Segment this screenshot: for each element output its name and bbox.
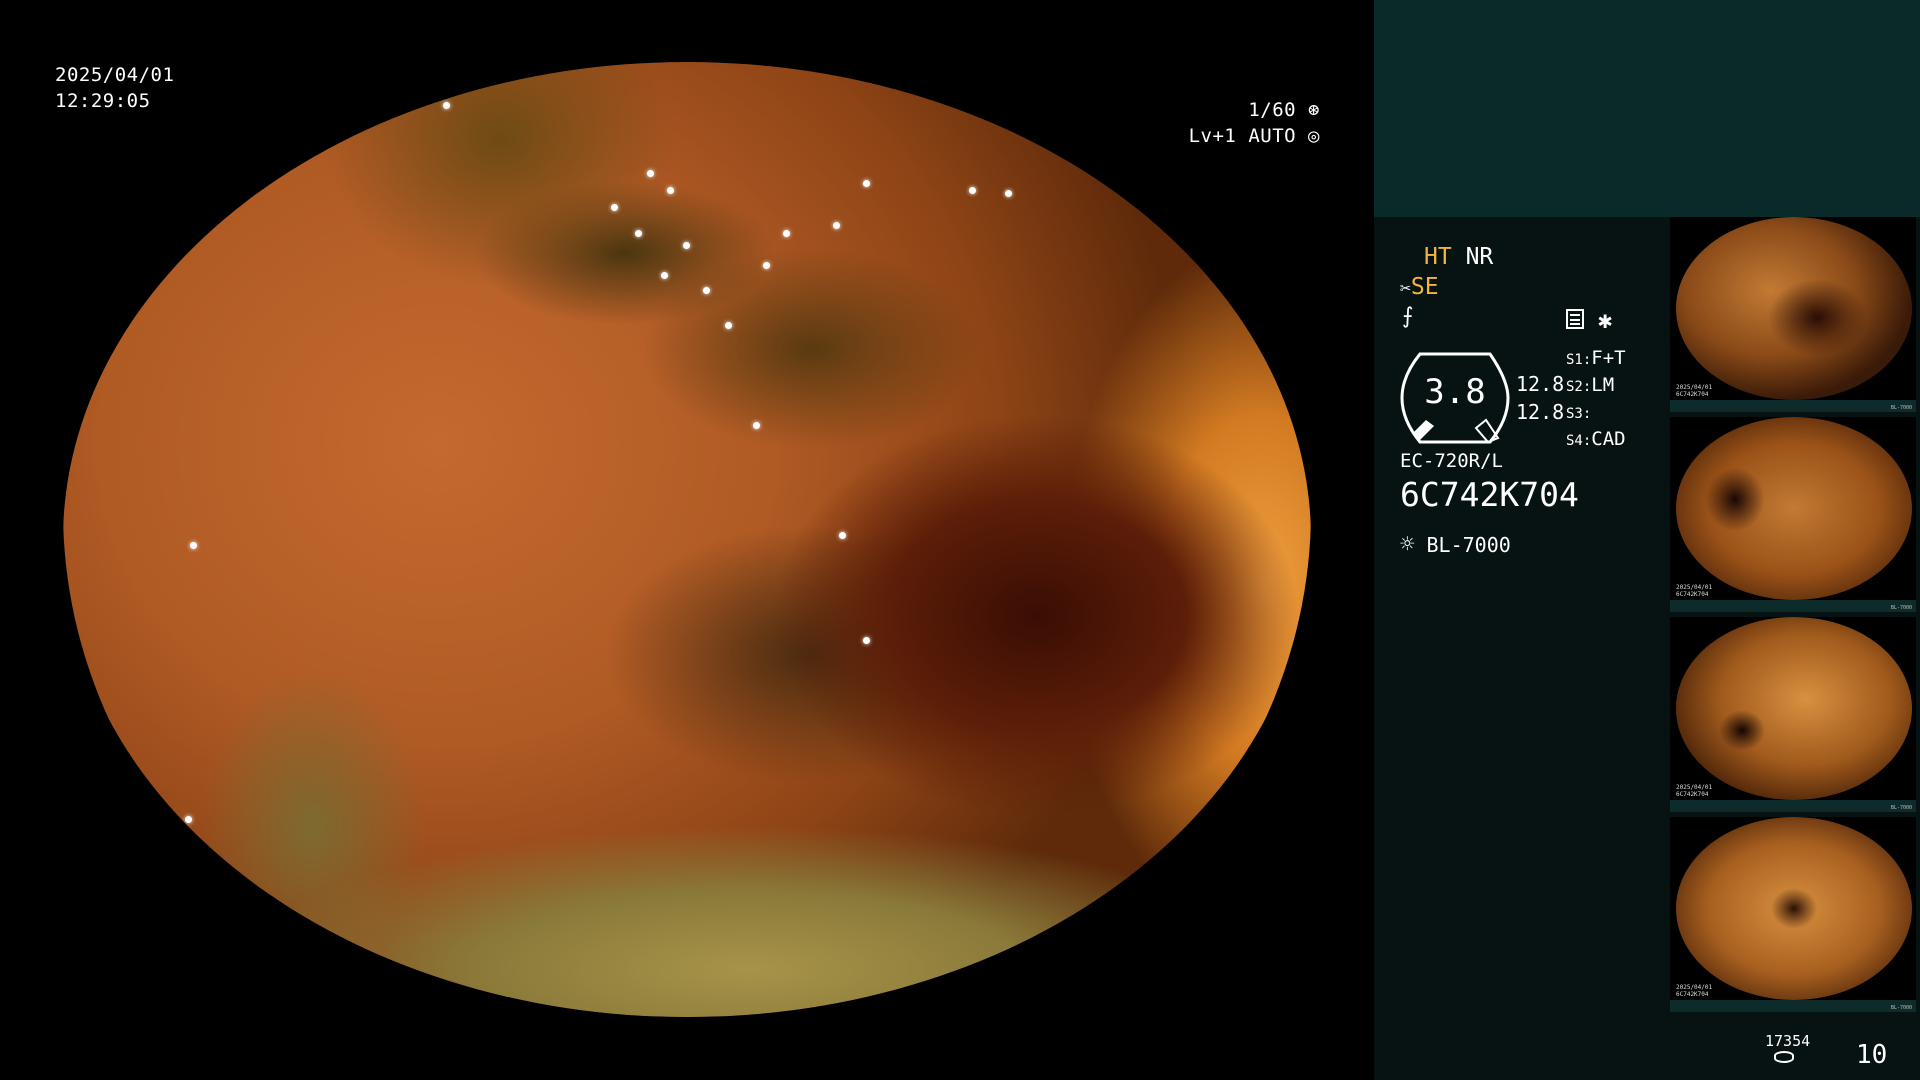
se-label: SE (1410, 274, 1439, 300)
storage-count: 17354 (1765, 1032, 1811, 1050)
scope-model: EC-720R/L (1400, 450, 1503, 472)
slot-item: S3: (1566, 406, 1592, 422)
shutter-label: 1/60 (1248, 99, 1297, 121)
timestamp: 2025/04/01 12:29:05 (55, 62, 174, 114)
shutter-icon: ⊛ (1308, 99, 1320, 121)
thumbnail[interactable]: 2025/04/01 6C742K704 BL-7000 (1670, 617, 1916, 812)
iris-icon: ◎ (1308, 125, 1320, 147)
level-label: Lv+1 (1188, 125, 1237, 147)
slot-item: S1:F+T (1566, 347, 1626, 369)
slot-item: S2:LM (1566, 374, 1615, 396)
se-row: ✂SE (1400, 274, 1439, 300)
slot-item: S4:CAD (1566, 428, 1626, 450)
slot-list: S1:F+T S2:LM S3: S4:CAD (1566, 346, 1626, 454)
time-label: 12:29:05 (55, 90, 151, 112)
nr-label: NR (1465, 244, 1494, 270)
thumbnail[interactable]: 2025/04/01 6C742K704 BL-7000 (1670, 417, 1916, 612)
settings-list-icon (1566, 309, 1584, 329)
gauge-values: 12.8 12.8 (1516, 370, 1564, 426)
thumbnail[interactable]: 2025/04/01 6C742K704 BL-7000 (1670, 217, 1916, 412)
edge-icon: ⨍ (1402, 304, 1414, 329)
gauge-value: 3.8 (1424, 372, 1486, 412)
asterisk-icon: ✱ (1598, 306, 1613, 334)
light-source-icon: ☼ (1400, 530, 1415, 558)
value-b: 12.8 (1516, 400, 1565, 424)
scope-serial: 6C742K704 (1400, 475, 1579, 514)
scissors-icon: ✂ (1400, 278, 1411, 299)
storage-icon (1774, 1051, 1794, 1063)
ht-label: HT (1424, 244, 1452, 270)
value-a: 12.8 (1516, 372, 1565, 396)
image-count: 10 (1856, 1040, 1888, 1070)
endoscope-image (63, 62, 1311, 1017)
date-label: 2025/04/01 (55, 64, 175, 86)
mode-row: HT NR (1424, 244, 1493, 270)
light-source: ☼ BL-7000 (1400, 530, 1511, 558)
thumbnail[interactable]: 2025/04/01 6C742K704 BL-7000 (1670, 817, 1916, 1012)
endoscope-view (63, 62, 1311, 1017)
panel-header (1374, 0, 1920, 217)
light-source-label: BL-7000 (1426, 533, 1511, 557)
iris-label: AUTO (1248, 125, 1297, 147)
gauge-right-marker (1474, 418, 1500, 444)
exposure-info: 1/60 ⊛ Lv+1 AUTO ◎ (1189, 97, 1320, 149)
